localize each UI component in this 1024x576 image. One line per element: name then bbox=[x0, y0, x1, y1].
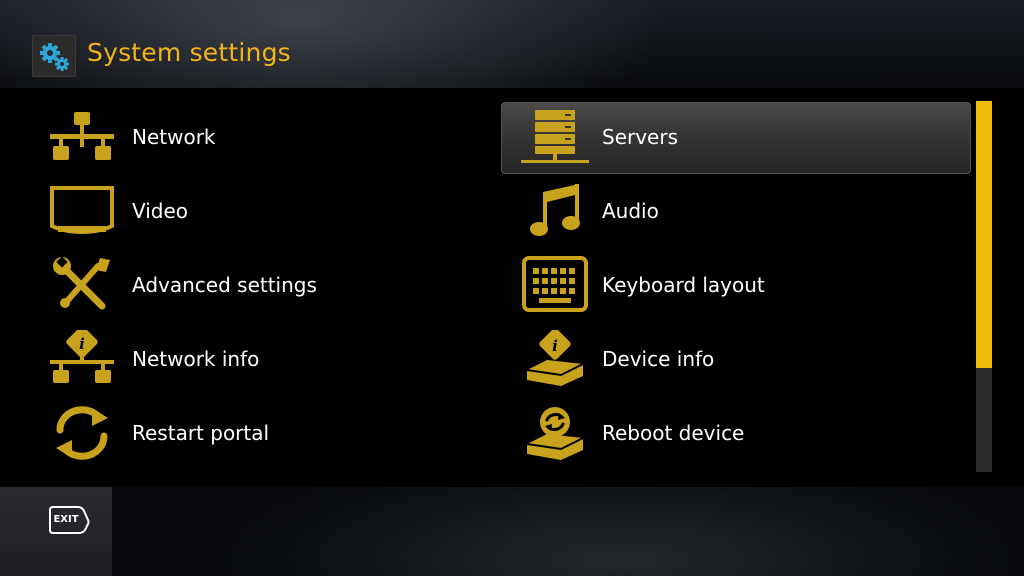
menu-item-label: Servers bbox=[602, 125, 679, 149]
menu-item-label: Network info bbox=[132, 347, 260, 371]
system-settings-screen: System settings Network Servers Video Au… bbox=[0, 0, 1024, 576]
menu-item-label: Video bbox=[132, 199, 189, 223]
footer: EXIT bbox=[0, 487, 1024, 576]
menu-item-label: Reboot device bbox=[602, 421, 745, 445]
tools-icon bbox=[48, 256, 116, 314]
menu-item-label: Advanced settings bbox=[132, 273, 317, 297]
menu-item-label: Restart portal bbox=[132, 421, 270, 445]
menu-item-label: Network bbox=[132, 125, 216, 149]
audio-icon bbox=[521, 182, 589, 240]
reboot-device-icon bbox=[521, 404, 589, 462]
menu-item-label: Device info bbox=[602, 347, 715, 371]
exit-button[interactable]: EXIT bbox=[48, 506, 90, 534]
page-title: System settings bbox=[87, 38, 291, 67]
svg-text:i: i bbox=[79, 335, 85, 353]
servers-icon bbox=[521, 108, 589, 166]
menu-item-audio[interactable]: Audio bbox=[501, 174, 971, 248]
network-icon bbox=[48, 108, 116, 166]
network-info-icon: i bbox=[48, 326, 116, 388]
gears-icon bbox=[32, 35, 76, 77]
menu-item-keyboard-layout[interactable]: Keyboard layout bbox=[501, 248, 971, 322]
menu-item-label: Keyboard layout bbox=[602, 273, 765, 297]
exit-label: EXIT bbox=[53, 514, 79, 525]
keyboard-icon bbox=[521, 256, 589, 314]
scrollbar[interactable] bbox=[976, 101, 992, 472]
svg-text:i: i bbox=[552, 337, 558, 355]
restart-icon bbox=[48, 404, 116, 462]
scrollbar-thumb[interactable] bbox=[976, 101, 992, 368]
menu-item-video[interactable]: Video bbox=[0, 174, 470, 248]
menu-item-servers[interactable]: Servers bbox=[501, 100, 971, 174]
menu-item-label: Audio bbox=[602, 199, 659, 223]
menu-item-restart-portal[interactable]: Restart portal bbox=[0, 396, 470, 470]
video-icon bbox=[48, 182, 116, 240]
menu-item-network[interactable]: Network bbox=[0, 100, 470, 174]
device-info-icon: i bbox=[521, 328, 589, 388]
menu-item-network-info[interactable]: i Network info bbox=[0, 322, 470, 396]
header: System settings bbox=[0, 0, 1024, 88]
menu-item-advanced-settings[interactable]: Advanced settings bbox=[0, 248, 470, 322]
menu-item-reboot-device[interactable]: Reboot device bbox=[501, 396, 971, 470]
settings-menu: Network Servers Video Audio Advanced set… bbox=[0, 88, 1024, 487]
menu-item-device-info[interactable]: i Device info bbox=[501, 322, 971, 396]
exit-area: EXIT bbox=[0, 487, 112, 576]
